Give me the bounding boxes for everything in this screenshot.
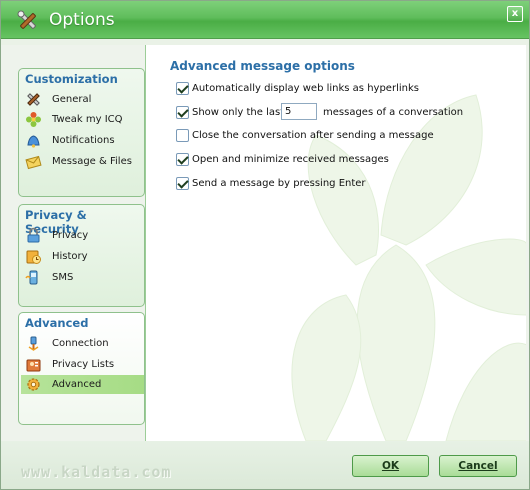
- sidebar-item-label: SMS: [52, 272, 74, 283]
- sidebar-item-message-files[interactable]: Message & Files: [21, 152, 144, 171]
- sidebar-item-history[interactable]: History: [21, 247, 144, 266]
- option-tail-label: messages of a conversation: [323, 107, 464, 118]
- cancel-button[interactable]: Cancel: [439, 455, 517, 477]
- sidebar-item-privacy-lists[interactable]: Privacy Lists: [21, 355, 144, 374]
- message-count-input[interactable]: [281, 103, 317, 120]
- checkbox-show-last[interactable]: [176, 106, 189, 119]
- close-icon: x: [511, 8, 519, 19]
- sidebar-item-label: Privacy Lists: [52, 359, 115, 370]
- flower-watermark-icon: [291, 94, 526, 441]
- group-title-customization: Customization: [25, 72, 118, 86]
- sms-icon: [25, 270, 38, 285]
- checkbox-hyperlinks[interactable]: [176, 82, 189, 95]
- sidebar-group-privacy-security: Privacy & Security Privacy History SMS: [18, 204, 145, 307]
- watermark-text: www.kaldata.com: [21, 463, 172, 481]
- option-label: Open and minimize received messages: [192, 154, 389, 165]
- sidebar-item-label: General: [52, 94, 92, 105]
- sidebar-item-label: Advanced: [52, 379, 102, 390]
- window-title: Options: [49, 10, 115, 30]
- option-label: Close the conversation after sending a m…: [192, 130, 434, 141]
- title-bar[interactable]: Options x: [1, 1, 529, 39]
- sidebar-item-tweak-my-icq[interactable]: Tweak my ICQ: [21, 110, 144, 129]
- sidebar-item-notifications[interactable]: Notifications: [21, 131, 144, 150]
- sidebar-item-connection[interactable]: Connection: [21, 334, 144, 353]
- options-window: Options x Customization General Tweak my…: [0, 0, 530, 490]
- sidebar-item-label: History: [52, 251, 88, 262]
- envelope-icon: [25, 155, 42, 170]
- option-label: Automatically display web links as hyper…: [192, 83, 419, 94]
- sidebar-item-label: Notifications: [52, 135, 115, 146]
- sidebar-item-label: Tweak my ICQ: [52, 114, 123, 125]
- main-panel: Advanced message options Automatically d…: [145, 45, 526, 441]
- plug-icon: [28, 336, 39, 351]
- section-title: Advanced message options: [170, 59, 355, 73]
- history-icon: [26, 250, 41, 264]
- sidebar-group-advanced: Advanced Connection Privacy Lists Advanc…: [18, 312, 145, 425]
- flower-icon: [26, 112, 41, 127]
- checkbox-open-minimize[interactable]: [176, 153, 189, 166]
- close-button[interactable]: x: [507, 6, 523, 22]
- sidebar-item-advanced[interactable]: Advanced: [21, 375, 144, 394]
- option-label: Send a message by pressing Enter: [192, 178, 366, 189]
- sidebar-item-sms[interactable]: SMS: [21, 268, 144, 287]
- sidebar-item-label: Message & Files: [52, 156, 132, 167]
- checkbox-send-enter[interactable]: [176, 177, 189, 190]
- option-label: Show only the last: [192, 107, 285, 118]
- contacts-icon: [26, 359, 41, 372]
- footer-bar: www.kaldata.com OK Cancel: [1, 441, 529, 489]
- ok-button[interactable]: OK: [352, 455, 429, 477]
- checkbox-close-after-send[interactable]: [176, 129, 189, 142]
- sidebar-item-label: Connection: [52, 338, 109, 349]
- group-title-advanced: Advanced: [25, 316, 89, 330]
- bell-icon: [27, 135, 40, 148]
- gear-icon: [27, 378, 40, 391]
- tools-icon: [27, 93, 40, 106]
- sidebar-group-customization: Customization General Tweak my ICQ Notif…: [18, 68, 145, 197]
- tools-icon: [17, 10, 36, 29]
- sidebar-item-label: Privacy: [52, 230, 89, 241]
- lock-icon: [27, 227, 40, 243]
- sidebar-item-privacy[interactable]: Privacy: [21, 226, 144, 245]
- sidebar-item-general[interactable]: General: [21, 90, 144, 109]
